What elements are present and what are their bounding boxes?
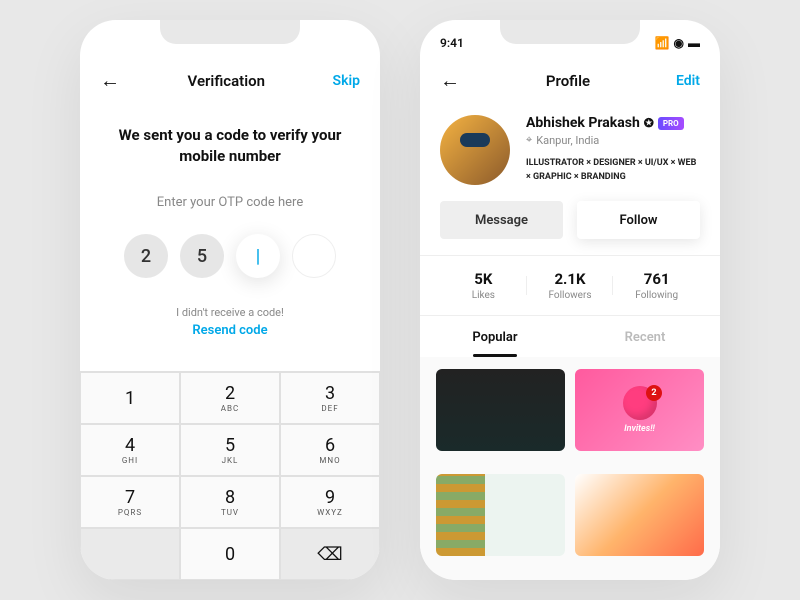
key-2[interactable]: 2ABC [180,372,280,424]
no-code-text: I didn't receive a code! [110,306,350,319]
verification-screen: ← Verification Skip We sent you a code t… [80,20,380,580]
otp-input-row: 2 5 | [110,234,350,278]
pro-badge: PRO [658,117,684,130]
profile-details: Abhishek Prakash ✪ PRO ⌖ Kanpur, India I… [526,115,700,185]
stat-followers[interactable]: 2.1K Followers [527,270,614,301]
profile-name-row: Abhishek Prakash ✪ PRO [526,115,700,131]
key-blank [80,528,180,580]
skip-button[interactable]: Skip [333,73,360,89]
profile-actions: Message Follow [420,201,720,255]
otp-digit-3[interactable]: | [236,234,280,278]
verification-body: We sent you a code to verify your mobile… [80,105,380,348]
profile-tags: ILLUSTRATOR × DESIGNER × UI/UX × WEB × G… [526,157,700,184]
stat-following[interactable]: 761 Following [613,270,700,301]
status-time: 9:41 [440,36,464,50]
signal-icon: 📶 [655,36,670,50]
avatar[interactable] [440,115,510,185]
otp-digit-4[interactable] [292,234,336,278]
verification-heading: We sent you a code to verify your mobile… [110,125,350,167]
profile-screen: 9:41 📶 ◉ ▬ ← Profile Edit Abhishek Praka… [420,20,720,580]
location-icon: ⌖ [526,133,532,147]
key-6[interactable]: 6MNO [280,424,380,476]
back-icon[interactable]: ← [440,68,460,93]
wifi-icon: ◉ [674,36,684,50]
key-8[interactable]: 8TUV [180,476,280,528]
otp-placeholder: Enter your OTP code here [110,195,350,210]
message-button[interactable]: Message [440,201,563,239]
key-1[interactable]: 1 [80,372,180,424]
gallery-tabs: Popular Recent [420,316,720,357]
verified-icon: ✪ [644,116,654,130]
otp-digit-2[interactable]: 5 [180,234,224,278]
gallery-grid: 2 Invites!! [420,357,720,580]
gallery-item[interactable] [436,474,565,556]
device-notch [160,20,300,44]
profile-info-section: Abhishek Prakash ✪ PRO ⌖ Kanpur, India I… [420,105,720,201]
invites-text: Invites!! [624,424,655,434]
key-backspace[interactable]: ⌫ [280,528,380,580]
key-3[interactable]: 3DEF [280,372,380,424]
page-title: Profile [546,72,590,90]
resend-code-button[interactable]: Resend code [110,323,350,338]
status-icons: 📶 ◉ ▬ [655,36,700,50]
location-text: Kanpur, India [536,134,599,147]
key-4[interactable]: 4GHI [80,424,180,476]
key-0[interactable]: 0 [180,528,280,580]
key-5[interactable]: 5JKL [180,424,280,476]
back-icon[interactable]: ← [100,68,120,93]
follow-button[interactable]: Follow [577,201,700,239]
numeric-keypad: 1 2ABC 3DEF 4GHI 5JKL 6MNO 7PQRS 8TUV 9W… [80,371,380,580]
gallery-item[interactable]: 2 Invites!! [575,369,704,451]
verification-header: ← Verification Skip [80,56,380,105]
tab-recent[interactable]: Recent [570,316,720,357]
page-title: Verification [188,72,265,90]
tab-popular[interactable]: Popular [420,316,570,357]
otp-digit-1[interactable]: 2 [124,234,168,278]
gallery-item[interactable] [436,369,565,451]
location-row: ⌖ Kanpur, India [526,133,700,147]
battery-icon: ▬ [688,36,700,50]
profile-header: ← Profile Edit [420,56,720,105]
device-notch [500,20,640,44]
key-9[interactable]: 9WXYZ [280,476,380,528]
stat-likes[interactable]: 5K Likes [440,270,527,301]
stats-row: 5K Likes 2.1K Followers 761 Following [420,255,720,316]
gallery-item[interactable] [575,474,704,556]
edit-button[interactable]: Edit [676,73,700,89]
profile-name: Abhishek Prakash [526,115,640,131]
key-7[interactable]: 7PQRS [80,476,180,528]
invites-count: 2 [646,385,662,401]
